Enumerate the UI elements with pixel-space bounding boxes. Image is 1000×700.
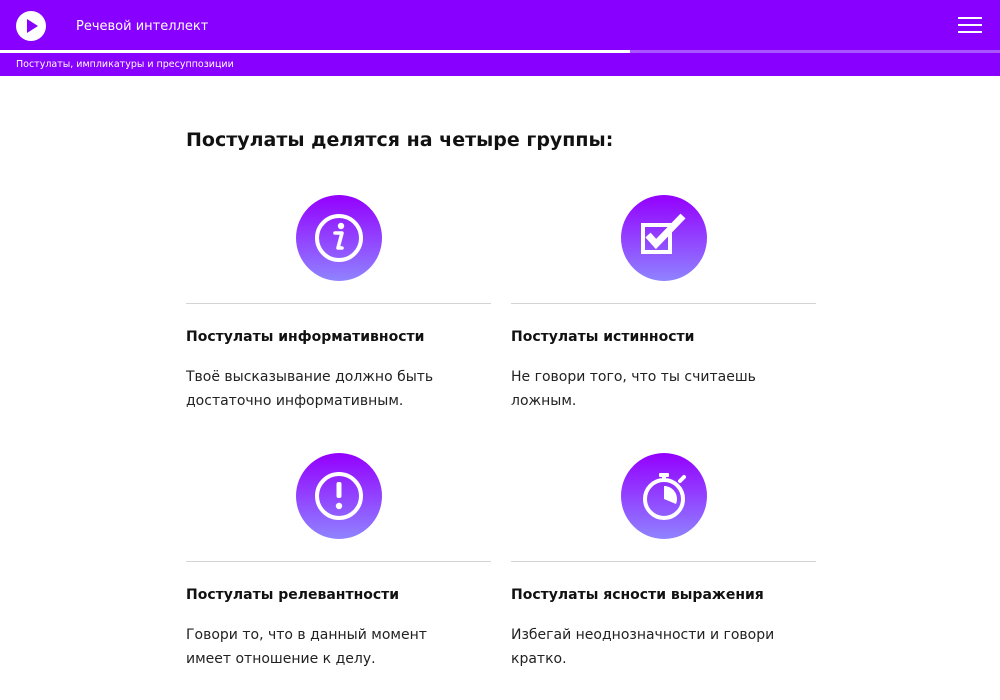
lesson-progress-bar <box>0 50 1000 53</box>
top-bar: Речевой интеллект Постулаты, импликатуры… <box>0 0 1000 76</box>
play-button[interactable] <box>16 11 46 41</box>
card-title: Постулаты релевантности <box>186 587 400 603</box>
hamburger-menu-button[interactable] <box>956 14 984 36</box>
card-divider <box>186 561 491 562</box>
card-divider <box>511 561 816 562</box>
card-divider <box>511 303 816 304</box>
stopwatch-icon-badge <box>621 453 707 539</box>
stopwatch-icon <box>643 473 686 520</box>
card-description: Избегай неоднозначности и говори кратко. <box>511 627 775 667</box>
checkbox-checked-icon <box>641 213 686 254</box>
section-heading: Постулаты делятся на четыре группы: <box>186 129 614 151</box>
lesson-title: Постулаты, импликатуры и пресуппозиции <box>16 59 234 70</box>
card-description: Говори то, что в данный момент имеет отн… <box>186 627 427 667</box>
info-icon-badge <box>296 195 382 281</box>
card-description: Твоё высказывание должно быть достаточно… <box>186 369 434 409</box>
card-title: Постулаты ясности выражения <box>511 587 764 603</box>
info-icon <box>315 214 363 262</box>
exclamation-icon-badge <box>296 453 382 539</box>
card-title: Постулаты истинности <box>511 329 695 345</box>
lesson-progress-fill <box>0 50 630 53</box>
card-description: Не говори того, что ты считаешь ложным. <box>511 369 756 409</box>
checkbox-icon-badge <box>621 195 707 281</box>
exclamation-icon <box>315 472 363 520</box>
course-title: Речевой интеллект <box>76 19 209 34</box>
card-title: Постулаты информативности <box>186 329 425 345</box>
hamburger-menu-icon <box>958 17 982 19</box>
play-icon <box>27 19 38 33</box>
card-divider <box>186 303 491 304</box>
